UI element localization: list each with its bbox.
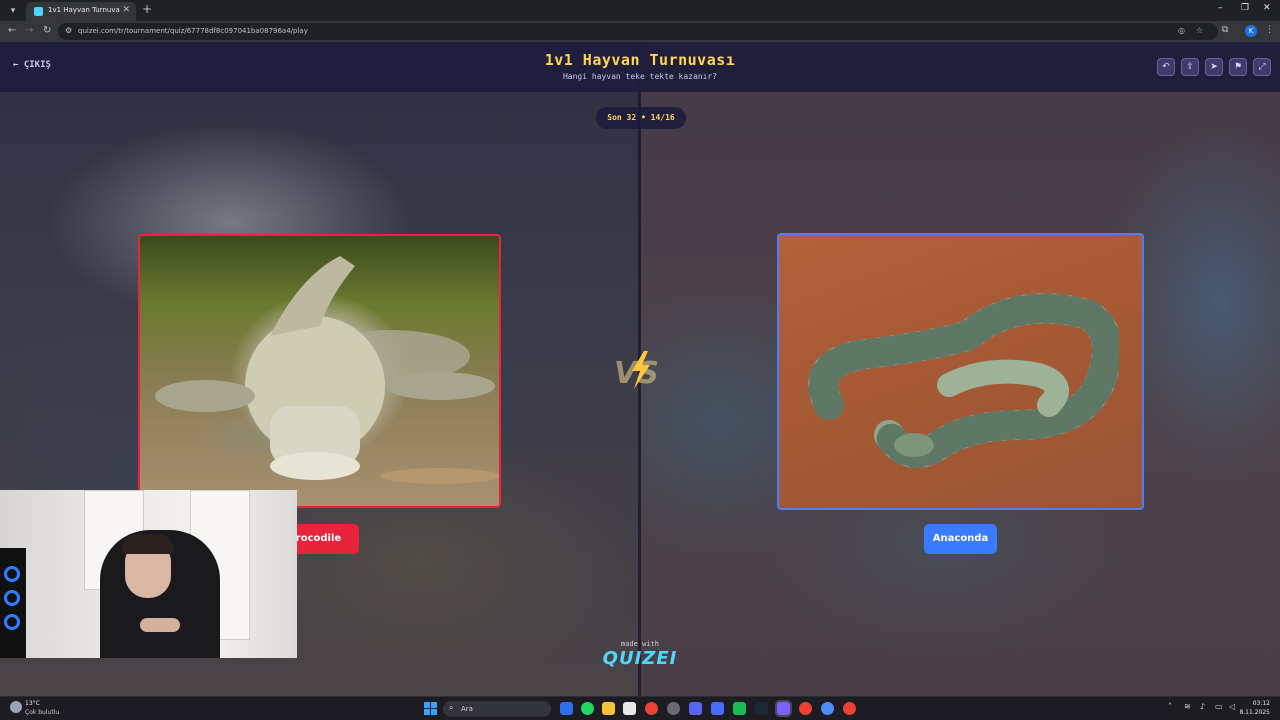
option-card-left[interactable] bbox=[138, 234, 501, 508]
browser-tab[interactable]: 1v1 Hayvan Turnuvası - Tier Lis ✕ bbox=[26, 2, 136, 21]
taskview-icon[interactable] bbox=[560, 702, 573, 715]
browser-tab-bar: ▾ 1v1 Hayvan Turnuvası - Tier Lis ✕ + – … bbox=[0, 0, 1280, 21]
restore-icon[interactable]: ❐ bbox=[1241, 3, 1249, 13]
app-icon[interactable] bbox=[667, 702, 680, 715]
chrome-alt-icon[interactable] bbox=[843, 702, 856, 715]
reload-icon[interactable]: ↻ bbox=[43, 25, 51, 36]
minimize-icon[interactable]: – bbox=[1218, 3, 1223, 13]
arrow-left-icon: ← bbox=[13, 60, 19, 70]
address-bar-row: ← → ↻ ⚙ quizei.com/tr/tournament/quiz/67… bbox=[0, 21, 1280, 42]
flag-icon[interactable]: ⚑ bbox=[1229, 58, 1247, 76]
search-icon: ⌕ bbox=[449, 703, 454, 712]
taskbar-search[interactable]: ⌕ Ara bbox=[443, 701, 551, 717]
made-with-label: made with bbox=[621, 640, 659, 648]
tab-search-icon[interactable]: ▾ bbox=[6, 4, 20, 18]
weather-icon[interactable] bbox=[10, 701, 22, 713]
fullscreen-icon[interactable]: ⤢ bbox=[1253, 58, 1271, 76]
chrome-icon[interactable] bbox=[645, 702, 658, 715]
chrome-profile-icon[interactable] bbox=[799, 702, 812, 715]
discord-icon[interactable] bbox=[689, 702, 702, 715]
xbox-icon[interactable] bbox=[733, 702, 746, 715]
steam-icon[interactable] bbox=[755, 702, 768, 715]
webcam-hair bbox=[122, 534, 174, 554]
svg-text:VS: VS bbox=[614, 356, 659, 391]
quiz-page: ← ÇIKIŞ 1v1 Hayvan Turnuvası Hangi hayva… bbox=[0, 42, 1280, 696]
display-icon[interactable]: ▭ bbox=[1215, 702, 1223, 711]
round-badge: Son 32 • 14/16 bbox=[596, 107, 686, 129]
new-tab-icon[interactable]: + bbox=[142, 2, 152, 16]
option-name-right[interactable]: Anaconda bbox=[924, 524, 997, 554]
webcam-hands bbox=[140, 618, 180, 632]
exit-button[interactable]: ← ÇIKIŞ bbox=[13, 60, 51, 70]
vscode-icon[interactable] bbox=[711, 702, 724, 715]
clock-date[interactable]: 8.11.2025 bbox=[1236, 709, 1270, 716]
windows-taskbar: 13°C Çok bulutlu ⌕ Ara ˄ ≋ ♪ ▭ ◁ 03:12 8… bbox=[0, 696, 1280, 720]
start-icon[interactable] bbox=[424, 702, 437, 715]
forward-icon[interactable]: → bbox=[25, 25, 33, 36]
tab-close-icon[interactable]: ✕ bbox=[122, 5, 130, 15]
send-icon[interactable]: ➤ bbox=[1205, 58, 1223, 76]
active-app-icon[interactable] bbox=[775, 700, 792, 717]
quizei-logo[interactable]: QUIZEI bbox=[580, 648, 700, 669]
search-placeholder: Ara bbox=[461, 705, 473, 713]
webcam-pc-case bbox=[0, 548, 26, 658]
url-text: quizei.com/tr/tournament/quiz/67778df8c0… bbox=[78, 27, 308, 35]
undo-icon[interactable]: ↶ bbox=[1157, 58, 1175, 76]
browser-icon[interactable] bbox=[821, 702, 834, 715]
profile-avatar[interactable]: K bbox=[1245, 25, 1257, 37]
volume-icon[interactable]: ◁ bbox=[1229, 702, 1235, 711]
exit-label: ÇIKIŞ bbox=[23, 60, 51, 70]
url-field[interactable]: ⚙ quizei.com/tr/tournament/quiz/67778df8… bbox=[58, 23, 1218, 40]
option-card-right[interactable] bbox=[777, 233, 1144, 510]
browser-menu-icon[interactable]: ⋮ bbox=[1265, 25, 1274, 35]
page-subtitle: Hangi hayvan teke tekte kazanır? bbox=[562, 72, 718, 81]
weather-desc: Çok bulutlu bbox=[25, 709, 60, 716]
calendar-icon[interactable] bbox=[623, 702, 636, 715]
webcam-overlay bbox=[0, 490, 297, 658]
versus-icon: VS bbox=[614, 351, 659, 391]
bookmark-star-icon[interactable]: ☆ bbox=[1196, 26, 1203, 35]
close-window-icon[interactable]: ✕ bbox=[1263, 3, 1271, 13]
extensions-icon[interactable]: ⧉ bbox=[1222, 25, 1228, 35]
anaconda-image bbox=[808, 293, 1119, 468]
crocodile-image bbox=[155, 256, 499, 484]
clock-time[interactable]: 03:12 bbox=[1238, 700, 1270, 707]
tab-favicon-icon bbox=[34, 7, 43, 16]
spotify-icon[interactable] bbox=[581, 702, 594, 715]
eye-off-icon[interactable]: ◎ bbox=[1178, 26, 1185, 35]
network-icon[interactable]: ≋ bbox=[1184, 702, 1191, 711]
site-info-icon[interactable]: ⚙ bbox=[65, 26, 72, 35]
back-icon[interactable]: ← bbox=[8, 25, 16, 36]
file-explorer-icon[interactable] bbox=[602, 702, 615, 715]
tray-chevron-icon[interactable]: ˄ bbox=[1168, 702, 1172, 711]
share-icon[interactable]: ⇪ bbox=[1181, 58, 1199, 76]
quiz-header: ← ÇIKIŞ 1v1 Hayvan Turnuvası Hangi hayva… bbox=[0, 42, 1280, 92]
tab-title: 1v1 Hayvan Turnuvası - Tier Lis bbox=[48, 6, 120, 14]
page-title: 1v1 Hayvan Turnuvası bbox=[544, 51, 736, 69]
weather-temp: 13°C bbox=[25, 700, 40, 707]
mic-icon[interactable]: ♪ bbox=[1200, 702, 1205, 711]
